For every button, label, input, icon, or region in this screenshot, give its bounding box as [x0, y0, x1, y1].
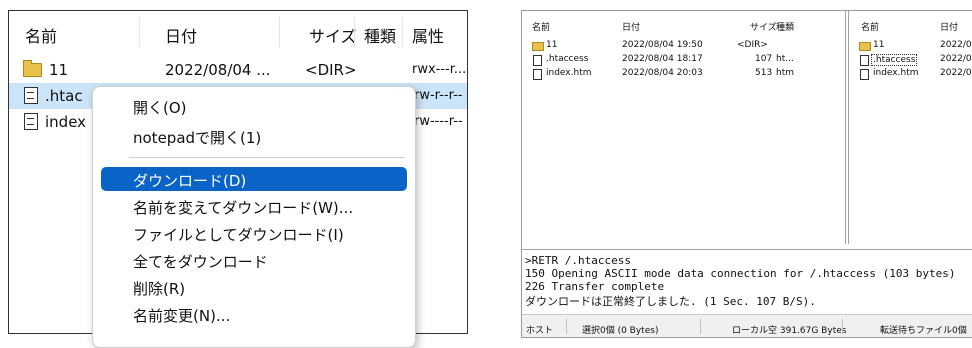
status-local-free: ローカル空 391.67G Bytes — [732, 326, 847, 336]
remote-file-pane[interactable]: 名前 日付 11 2022/0 .htaccess 2022/0 index.h… — [848, 11, 972, 244]
menu-separator — [129, 157, 405, 158]
file-date: 2022/08/04 ... — [165, 61, 271, 79]
file-date: 2022/0 — [940, 68, 972, 78]
status-bar: ホスト 選択0個 (0 Bytes) ローカル空 391.67G Bytes 転… — [522, 314, 972, 337]
menu-item-label: ファイルとしてダウンロード(I) — [133, 226, 344, 244]
file-name: index.htm — [873, 68, 919, 78]
column-divider[interactable] — [139, 17, 140, 47]
menu-item-label: ダウンロード(D) — [133, 172, 247, 190]
menu-item-label: 削除(R) — [133, 280, 186, 298]
context-menu: 開く(O) notepadで開く(1) ダウンロード(D) 名前を変えてダウンロ… — [92, 86, 416, 348]
status-selected: 選択0個 (0 Bytes) — [582, 326, 659, 336]
remote-row-11[interactable]: 11 2022/0 — [849, 39, 972, 52]
log-line: 150 Opening ASCII mode data connection f… — [525, 267, 956, 280]
log-line: >RETR /.htaccess — [525, 254, 631, 267]
menu-item-download-all[interactable]: 全てをダウンロード — [101, 248, 407, 272]
file-attr: rw----r-- — [414, 114, 463, 129]
file-date: 2022/08/04 20:03 — [622, 68, 703, 78]
col-name[interactable]: 名前 — [25, 23, 57, 47]
file-attr: rw-r--r-- — [414, 88, 463, 103]
folder-icon — [532, 42, 544, 51]
menu-item-delete[interactable]: 削除(R) — [101, 275, 407, 299]
menu-item-label: 全てをダウンロード — [133, 253, 268, 271]
column-divider[interactable] — [354, 17, 355, 47]
file-size: <DIR> — [305, 61, 357, 79]
file-name: .htaccess — [871, 54, 918, 66]
file-icon — [24, 113, 38, 130]
menu-item-open[interactable]: 開く(O) — [101, 94, 407, 118]
file-icon — [860, 69, 869, 80]
log-line: 226 Transfer complete — [525, 280, 665, 293]
folder-icon — [859, 42, 871, 51]
local-row-index[interactable]: index.htm 2022/08/04 20:03 513 htm — [522, 67, 845, 80]
file-size: 513 — [755, 68, 773, 78]
file-name: .htac — [45, 87, 83, 105]
transfer-log: >RETR /.htaccess 150 Opening ASCII mode … — [522, 249, 972, 308]
log-line: ダウンロードは正常終了しました. (1 Sec. 107 B/S). — [525, 295, 816, 308]
file-date: 2022/0 — [940, 54, 972, 64]
status-host: ホスト — [526, 326, 554, 336]
file-icon — [533, 55, 542, 66]
menu-item-label: 名前変更(N)... — [133, 307, 231, 325]
col-attr[interactable]: 属性 — [412, 23, 444, 47]
column-header: 名前 日付 サイズ 種類 属性 — [9, 11, 467, 51]
col-size[interactable]: サイズ — [309, 23, 357, 47]
local-file-pane[interactable]: 名前 日付 サイズ 種類 11 2022/08/04 19:50 <DIR> .… — [522, 11, 846, 244]
file-name: 11 — [546, 40, 558, 50]
local-row-11[interactable]: 11 2022/08/04 19:50 <DIR> — [522, 39, 845, 52]
menu-item-download-rename[interactable]: 名前を変えてダウンロード(W)... — [101, 194, 407, 218]
col-name[interactable]: 名前 — [861, 20, 879, 33]
folder-icon — [23, 60, 42, 77]
column-divider[interactable] — [402, 17, 403, 47]
menu-item-label: notepadで開く(1) — [133, 129, 262, 147]
file-name: 11 — [873, 40, 885, 50]
column-divider[interactable] — [279, 17, 280, 47]
file-name: index — [45, 113, 87, 131]
menu-item-download-as-file[interactable]: ファイルとしてダウンロード(I) — [101, 221, 407, 245]
status-divider — [566, 319, 567, 334]
status-queue: 転送待ちファイル0個 — [880, 326, 967, 336]
col-date[interactable]: 日付 — [622, 20, 640, 33]
file-attr: rwx---r... — [412, 62, 467, 77]
file-type: ht... — [776, 54, 794, 64]
menu-item-label: 名前を変えてダウンロード(W)... — [133, 199, 354, 217]
file-row-11[interactable]: 11 2022/08/04 ... <DIR> rwx---r... — [9, 57, 467, 83]
file-icon — [24, 87, 38, 104]
col-type[interactable]: 種類 — [364, 23, 396, 47]
col-date[interactable]: 日付 — [165, 23, 197, 47]
col-type[interactable]: 種類 — [776, 20, 794, 33]
file-date: 2022/0 — [940, 40, 972, 50]
file-size: <DIR> — [737, 40, 768, 50]
file-date: 2022/08/04 19:50 — [622, 40, 703, 50]
file-size: 107 — [755, 54, 773, 64]
file-name: 11 — [49, 61, 69, 79]
file-name: index.htm — [546, 68, 592, 78]
local-row-htaccess[interactable]: .htaccess 2022/08/04 18:17 107 ht... — [522, 53, 845, 66]
local-column-header: 名前 日付 サイズ 種類 — [522, 11, 845, 33]
menu-item-label: 開く(O) — [133, 99, 187, 117]
file-icon — [533, 69, 542, 80]
menu-item-download[interactable]: ダウンロード(D) — [101, 167, 407, 191]
col-size[interactable]: サイズ — [750, 20, 777, 33]
status-divider — [842, 319, 843, 334]
menu-item-open-notepad[interactable]: notepadで開く(1) — [101, 124, 407, 148]
remote-column-header: 名前 日付 — [849, 11, 972, 33]
status-divider — [700, 319, 701, 334]
file-type: htm — [776, 68, 794, 78]
col-name[interactable]: 名前 — [532, 20, 550, 33]
remote-row-index[interactable]: index.htm 2022/0 — [849, 67, 972, 80]
file-date: 2022/08/04 18:17 — [622, 54, 703, 64]
file-icon — [860, 55, 869, 66]
remote-row-htaccess[interactable]: .htaccess 2022/0 — [849, 53, 972, 66]
menu-item-rename[interactable]: 名前変更(N)... — [101, 302, 407, 326]
file-name: .htaccess — [546, 54, 589, 64]
ftp-client-window: 名前 日付 サイズ 種類 11 2022/08/04 19:50 <DIR> .… — [521, 10, 972, 338]
col-date[interactable]: 日付 — [940, 20, 958, 33]
